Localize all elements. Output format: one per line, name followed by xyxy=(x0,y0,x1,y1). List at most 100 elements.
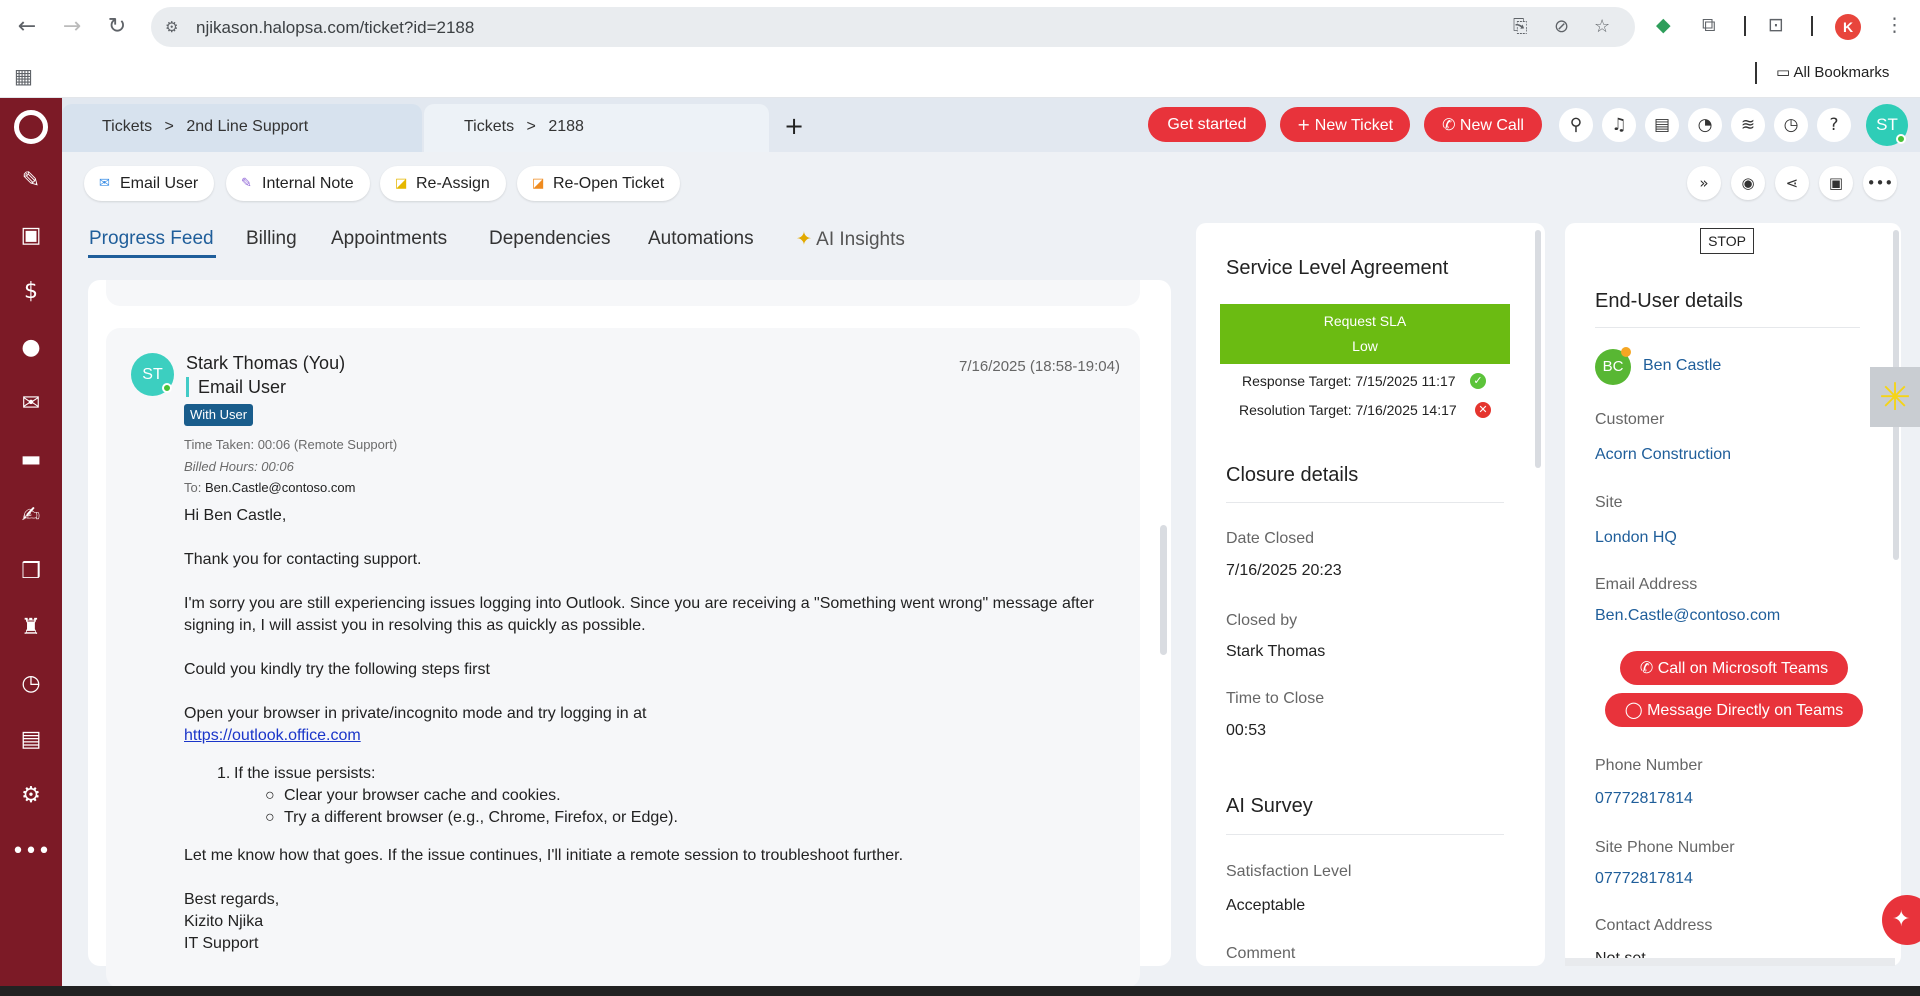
eye-off-icon[interactable]: ⊘ xyxy=(1554,16,1569,37)
new-call-button[interactable]: ✆ New Call xyxy=(1424,107,1542,142)
resolution-target: Resolution Target: 7/16/2025 14:17 xyxy=(1239,402,1457,418)
new-tab-plus-icon[interactable]: + xyxy=(784,112,804,140)
signature-line: IT Support xyxy=(184,935,259,952)
new-ticket-label: New Ticket xyxy=(1314,117,1394,134)
puzzle-icon[interactable]: ⧉ xyxy=(1702,14,1716,36)
expand-chevrons-icon[interactable]: » xyxy=(1687,166,1721,200)
install-app-icon[interactable]: ⎘ xyxy=(1513,16,1527,37)
more-actions-icon[interactable]: ••• xyxy=(1863,166,1897,200)
reopen-ticket-button[interactable]: ◪ Re-Open Ticket xyxy=(517,166,681,201)
sla-priority: Low xyxy=(1352,338,1378,354)
dashboard-gauge-icon[interactable]: ◔ xyxy=(1688,108,1722,142)
halo-logo-icon[interactable] xyxy=(14,110,48,144)
post-author: Stark Thomas (You) xyxy=(186,353,346,373)
new-ticket-button[interactable]: + New Ticket xyxy=(1280,107,1410,142)
app-tab-ticket-2188[interactable]: Tickets > 2188 xyxy=(424,104,769,152)
reports-icon[interactable]: ▤ xyxy=(0,722,62,758)
clipboard-icon[interactable]: ▤ xyxy=(1645,108,1679,142)
all-bookmarks[interactable]: ▭ All Bookmarks xyxy=(1776,63,1889,81)
closed-by-label: Closed by xyxy=(1226,612,1298,629)
sla-panel-scrollbar[interactable] xyxy=(1535,230,1541,468)
email-user-button[interactable]: ✉ Email User xyxy=(84,166,215,201)
more-icon[interactable]: ••• xyxy=(0,834,62,870)
back-icon[interactable]: ← xyxy=(12,12,42,42)
app-tab-2nd-line-support[interactable]: Tickets > 2nd Line Support xyxy=(62,104,422,152)
check-icon: ✓ xyxy=(1470,373,1486,389)
tab-crumb: 2188 xyxy=(548,118,584,135)
assets-laptop-icon[interactable]: ▬ xyxy=(0,442,62,478)
tab-ai-insights[interactable]: ✦ AI Insights xyxy=(796,228,905,251)
date-closed-value: 7/16/2025 20:23 xyxy=(1226,562,1342,579)
call-teams-button[interactable]: ✆ Call on Microsoft Teams xyxy=(1620,651,1848,685)
tab-appointments[interactable]: Appointments xyxy=(331,228,447,250)
history-clock-icon[interactable]: ◷ xyxy=(1774,108,1808,142)
sun-widget-icon[interactable]: ✳ xyxy=(1870,367,1920,427)
share-icon[interactable]: ⋖ xyxy=(1775,166,1809,200)
email-user-label: Email User xyxy=(120,175,199,192)
sub-list-item: Try a different browser (e.g., Chrome, F… xyxy=(284,809,678,826)
knowledge-base-icon[interactable]: ❒ xyxy=(0,554,62,590)
stop-button[interactable]: STOP xyxy=(1700,228,1754,254)
message-teams-button[interactable]: ◯ Message Directly on Teams xyxy=(1605,693,1863,727)
site-info-icon[interactable]: ⚙ xyxy=(165,17,185,37)
briefcase-action-icon[interactable]: ▣ xyxy=(1819,166,1853,200)
get-started-button[interactable]: Get started xyxy=(1148,107,1266,142)
toolbar-divider xyxy=(1744,16,1746,36)
pencil-icon: ✎ xyxy=(241,176,252,191)
chat-bubble-icon: ◯ xyxy=(1624,700,1643,719)
email-link[interactable]: Ben.Castle@contoso.com xyxy=(1595,607,1780,625)
url-text[interactable]: njikason.halopsa.com/ticket?id=2188 xyxy=(196,18,474,38)
billing-dollar-icon[interactable]: $ xyxy=(0,274,62,310)
watch-eye-icon[interactable]: ◉ xyxy=(1731,166,1765,200)
outlook-link[interactable]: https://outlook.office.com xyxy=(184,725,361,747)
customer-link[interactable]: Acorn Construction xyxy=(1595,446,1731,464)
address-bar[interactable]: ⚙ njikason.halopsa.com/ticket?id=2188 ⎘ … xyxy=(151,7,1635,47)
x-icon: ✕ xyxy=(1475,402,1491,418)
site-phone-link[interactable]: 07772817814 xyxy=(1595,870,1693,888)
extension-icon[interactable]: ◆ xyxy=(1656,14,1671,36)
time-to-close-label: Time to Close xyxy=(1226,690,1325,707)
users-icon[interactable]: ● xyxy=(0,330,62,366)
apps-grid-icon[interactable]: ▦ xyxy=(14,64,33,88)
briefcase-icon[interactable]: ▣ xyxy=(0,218,62,254)
phone-link[interactable]: 07772817814 xyxy=(1595,790,1693,808)
internal-note-button[interactable]: ✎ Internal Note xyxy=(226,166,370,201)
billed-hours: Billed Hours: 00:06 xyxy=(184,459,294,474)
reload-icon[interactable]: ↻ xyxy=(102,12,132,42)
help-icon[interactable]: ? xyxy=(1817,108,1851,142)
tab-search-icon[interactable]: ⊡ xyxy=(1768,14,1784,36)
notes-icon[interactable]: ✍ xyxy=(0,498,62,534)
tab-progress-feed[interactable]: Progress Feed xyxy=(89,228,214,250)
sales-icon[interactable]: ♜ xyxy=(0,610,62,646)
feed-scrollbar[interactable] xyxy=(1160,525,1167,655)
phone-label: Phone Number xyxy=(1595,757,1703,774)
tab-billing[interactable]: Billing xyxy=(246,228,297,250)
bookmark-star-icon[interactable]: ☆ xyxy=(1594,16,1610,37)
horizontal-scrollbar[interactable] xyxy=(1565,958,1895,966)
reassign-button[interactable]: ◪ Re-Assign xyxy=(380,166,506,201)
email-paragraph: Open your browser in private/incognito m… xyxy=(184,705,647,722)
message-teams-label: Message Directly on Teams xyxy=(1647,702,1844,719)
mail-icon[interactable]: ✉ xyxy=(0,386,62,422)
end-user-name[interactable]: Ben Castle xyxy=(1643,357,1721,375)
comment-label: Comment xyxy=(1226,945,1296,962)
bell-icon[interactable]: ♫ xyxy=(1602,108,1636,142)
rss-feed-icon[interactable]: ≋ xyxy=(1731,108,1765,142)
closure-title: Closure details xyxy=(1226,464,1359,486)
tab-crumb: Tickets xyxy=(102,118,153,135)
search-icon[interactable]: ⚲ xyxy=(1559,108,1593,142)
site-link[interactable]: London HQ xyxy=(1595,529,1677,547)
forward-icon[interactable]: → xyxy=(57,12,87,42)
timesheet-clock-icon[interactable]: ◷ xyxy=(0,666,62,702)
email-paragraph: I'm sorry you are still experiencing iss… xyxy=(184,595,1094,612)
site-label: Site xyxy=(1595,494,1623,511)
tab-automations[interactable]: Automations xyxy=(648,228,754,250)
phone-icon: ✆ xyxy=(1442,115,1456,134)
tickets-icon[interactable]: ✎ xyxy=(0,163,62,199)
tab-dependencies[interactable]: Dependencies xyxy=(489,228,610,250)
profile-avatar[interactable]: K xyxy=(1835,14,1861,40)
sla-status-bar: Request SLA Low xyxy=(1220,304,1510,364)
config-gear-icon[interactable]: ⚙ xyxy=(0,778,62,814)
previous-entry xyxy=(106,280,1140,306)
browser-menu-icon[interactable]: ⋮ xyxy=(1885,14,1904,36)
